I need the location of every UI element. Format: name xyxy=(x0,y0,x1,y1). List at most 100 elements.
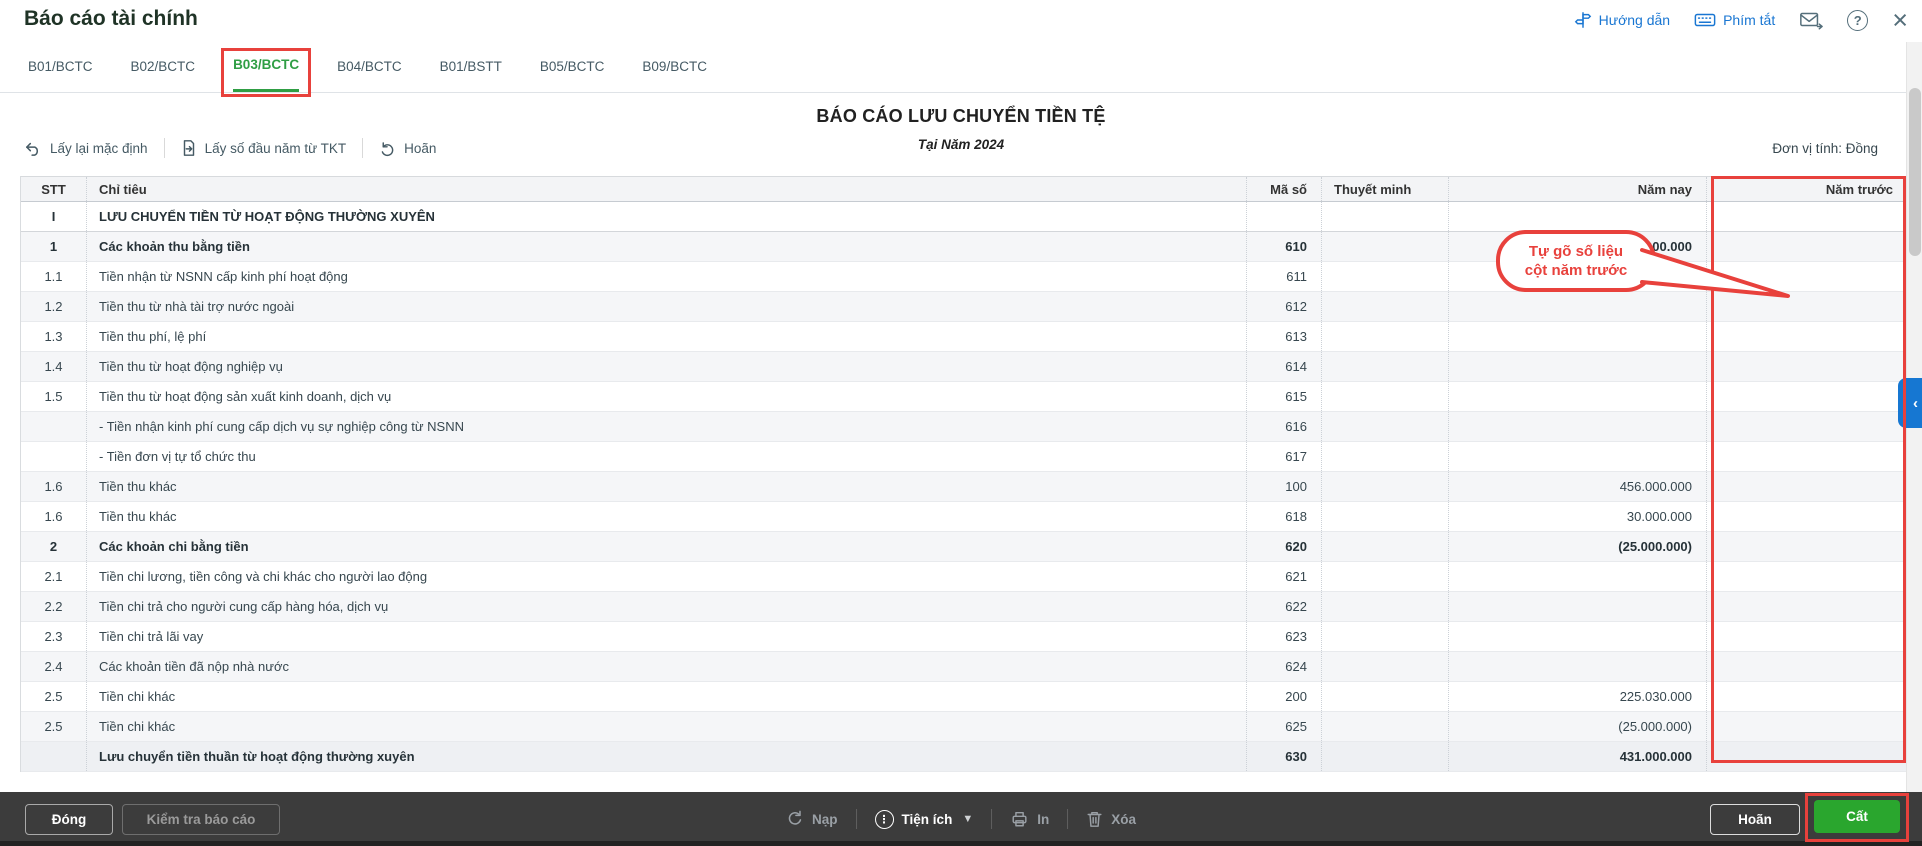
cell-thuyet-minh[interactable] xyxy=(1321,232,1448,261)
cell-nam-truoc[interactable] xyxy=(1706,472,1907,501)
cell-nam-nay[interactable] xyxy=(1448,652,1706,681)
tab-b09-bctc[interactable]: B09/BCTC xyxy=(642,40,707,92)
cell-nam-truoc[interactable] xyxy=(1706,412,1907,441)
cell-nam-nay[interactable]: 431.000.000 xyxy=(1448,742,1706,771)
cell-nam-nay[interactable] xyxy=(1448,442,1706,471)
cell-thuyet-minh[interactable] xyxy=(1321,322,1448,351)
cell-nam-truoc[interactable] xyxy=(1706,682,1907,711)
table-row[interactable]: - Tiền nhận kinh phí cung cấp dịch vụ sự… xyxy=(21,412,1906,442)
tab-b01-bctc[interactable]: B01/BCTC xyxy=(28,40,93,92)
col-header-chi-tieu[interactable]: Chỉ tiêu xyxy=(86,177,1246,201)
table-row[interactable]: - Tiền đơn vị tự tổ chức thu 617 xyxy=(21,442,1906,472)
cell-thuyet-minh[interactable] xyxy=(1321,532,1448,561)
cell-nam-truoc[interactable] xyxy=(1706,652,1907,681)
table-row[interactable]: 2.4 Các khoản tiền đã nộp nhà nước 624 xyxy=(21,652,1906,682)
tab-b01-bstt[interactable]: B01/BSTT xyxy=(440,40,502,92)
cell-nam-nay[interactable]: 30.000.000 xyxy=(1448,502,1706,531)
cell-nam-truoc[interactable] xyxy=(1706,502,1907,531)
reload-button[interactable]: Nạp xyxy=(786,810,838,828)
cell-nam-truoc[interactable] xyxy=(1706,262,1907,291)
cell-nam-truoc[interactable] xyxy=(1706,202,1907,231)
cell-nam-truoc[interactable] xyxy=(1706,382,1907,411)
cell-nam-nay[interactable]: 225.030.000 xyxy=(1448,682,1706,711)
cell-thuyet-minh[interactable] xyxy=(1321,442,1448,471)
cell-nam-truoc[interactable] xyxy=(1706,322,1907,351)
save-button[interactable]: Cất xyxy=(1814,800,1900,833)
cell-nam-nay[interactable] xyxy=(1448,322,1706,351)
cell-nam-truoc[interactable] xyxy=(1706,292,1907,321)
cell-nam-truoc[interactable] xyxy=(1706,352,1907,381)
table-row[interactable]: 1.2 Tiền thu từ nhà tài trợ nước ngoài 612 xyxy=(21,292,1906,322)
table-row[interactable]: I LƯU CHUYỂN TIỀN TỪ HOẠT ĐỘNG THƯỜNG XUY… xyxy=(21,202,1906,232)
cell-nam-nay[interactable] xyxy=(1448,592,1706,621)
cell-nam-truoc[interactable] xyxy=(1706,712,1907,741)
shortcuts-link[interactable]: Phím tắt xyxy=(1694,11,1775,29)
undo-footer-button[interactable]: Hoãn xyxy=(1710,804,1800,835)
cell-nam-truoc[interactable] xyxy=(1706,232,1907,261)
table-row[interactable]: 1.5 Tiền thu từ hoạt động sản xuất kinh d… xyxy=(21,382,1906,412)
cell-nam-nay[interactable] xyxy=(1448,382,1706,411)
table-row[interactable]: 2.3 Tiền chi trả lãi vay 623 xyxy=(21,622,1906,652)
cell-thuyet-minh[interactable] xyxy=(1321,202,1448,231)
collapse-panel-tab[interactable]: ‹ xyxy=(1898,378,1922,428)
cell-nam-nay[interactable]: 456.000.000 xyxy=(1448,472,1706,501)
table-row[interactable]: 2.2 Tiền chi trả cho người cung cấp hàng … xyxy=(21,592,1906,622)
table-row[interactable]: 2.5 Tiền chi khác 200 225.030.000 xyxy=(21,682,1906,712)
print-button[interactable]: In xyxy=(1010,810,1049,828)
cell-thuyet-minh[interactable] xyxy=(1321,352,1448,381)
cell-nam-nay[interactable] xyxy=(1448,562,1706,591)
close-icon[interactable]: × xyxy=(1892,7,1908,34)
scrollbar-thumb[interactable] xyxy=(1909,88,1921,256)
cell-nam-nay[interactable] xyxy=(1448,412,1706,441)
cell-thuyet-minh[interactable] xyxy=(1321,472,1448,501)
table-row[interactable]: Lưu chuyển tiền thuần từ hoạt động thườn… xyxy=(21,742,1906,772)
col-header-stt[interactable]: STT xyxy=(21,177,86,201)
cell-thuyet-minh[interactable] xyxy=(1321,262,1448,291)
cell-thuyet-minh[interactable] xyxy=(1321,622,1448,651)
envelope-icon[interactable] xyxy=(1799,10,1824,30)
table-row[interactable]: 1.4 Tiền thu từ hoạt động nghiệp vụ 614 xyxy=(21,352,1906,382)
table-row[interactable]: 2.5 Tiền chi khác 625 (25.000.000) xyxy=(21,712,1906,742)
col-header-thuyet-minh[interactable]: Thuyết minh xyxy=(1321,177,1448,201)
check-report-button[interactable]: Kiểm tra báo cáo xyxy=(122,804,280,835)
close-button[interactable]: Đóng xyxy=(25,804,113,835)
cell-thuyet-minh[interactable] xyxy=(1321,412,1448,441)
cell-thuyet-minh[interactable] xyxy=(1321,592,1448,621)
table-row[interactable]: 1.3 Tiền thu phí, lệ phí 613 xyxy=(21,322,1906,352)
help-icon[interactable]: ? xyxy=(1847,9,1869,31)
delete-button[interactable]: Xóa xyxy=(1086,810,1136,828)
table-row[interactable]: 2.1 Tiền chi lương, tiền công và chi khác… xyxy=(21,562,1906,592)
cell-nam-truoc[interactable] xyxy=(1706,532,1907,561)
cell-nam-truoc[interactable] xyxy=(1706,562,1907,591)
cell-thuyet-minh[interactable] xyxy=(1321,562,1448,591)
cell-nam-nay[interactable] xyxy=(1448,352,1706,381)
utilities-button[interactable]: ⋮ Tiện ích ▼ xyxy=(874,809,973,829)
table-row[interactable]: 1.6 Tiền thu khác 100 456.000.000 xyxy=(21,472,1906,502)
table-row[interactable]: 2 Các khoản chi bằng tiền 620 (25.000.000) xyxy=(21,532,1906,562)
cell-thuyet-minh[interactable] xyxy=(1321,712,1448,741)
cell-thuyet-minh[interactable] xyxy=(1321,652,1448,681)
cell-nam-truoc[interactable] xyxy=(1706,592,1907,621)
cell-nam-nay[interactable] xyxy=(1448,202,1706,231)
cell-thuyet-minh[interactable] xyxy=(1321,382,1448,411)
cell-nam-truoc[interactable] xyxy=(1706,442,1907,471)
col-header-ma-so[interactable]: Mã số xyxy=(1246,177,1321,201)
cell-nam-truoc[interactable] xyxy=(1706,742,1907,771)
cell-nam-nay[interactable]: (25.000.000) xyxy=(1448,712,1706,741)
cell-nam-truoc[interactable] xyxy=(1706,622,1907,651)
col-header-nam-nay[interactable]: Năm nay xyxy=(1448,177,1706,201)
tab-b05-bctc[interactable]: B05/BCTC xyxy=(540,40,605,92)
cell-thuyet-minh[interactable] xyxy=(1321,502,1448,531)
cell-nam-nay[interactable] xyxy=(1448,622,1706,651)
guide-link[interactable]: Hướng dẫn xyxy=(1574,11,1670,29)
cell-nam-nay[interactable] xyxy=(1448,292,1706,321)
cell-thuyet-minh[interactable] xyxy=(1321,682,1448,711)
cell-nam-nay[interactable]: (25.000.000) xyxy=(1448,532,1706,561)
tab-b02-bctc[interactable]: B02/BCTC xyxy=(131,40,196,92)
cell-thuyet-minh[interactable] xyxy=(1321,742,1448,771)
tab-b03-bctc[interactable]: B03/BCTC xyxy=(221,40,312,97)
table-row[interactable]: 1.6 Tiền thu khác 618 30.000.000 xyxy=(21,502,1906,532)
tab-b04-bctc[interactable]: B04/BCTC xyxy=(337,40,402,92)
cell-thuyet-minh[interactable] xyxy=(1321,292,1448,321)
col-header-nam-truoc[interactable]: Năm trước xyxy=(1706,177,1907,201)
